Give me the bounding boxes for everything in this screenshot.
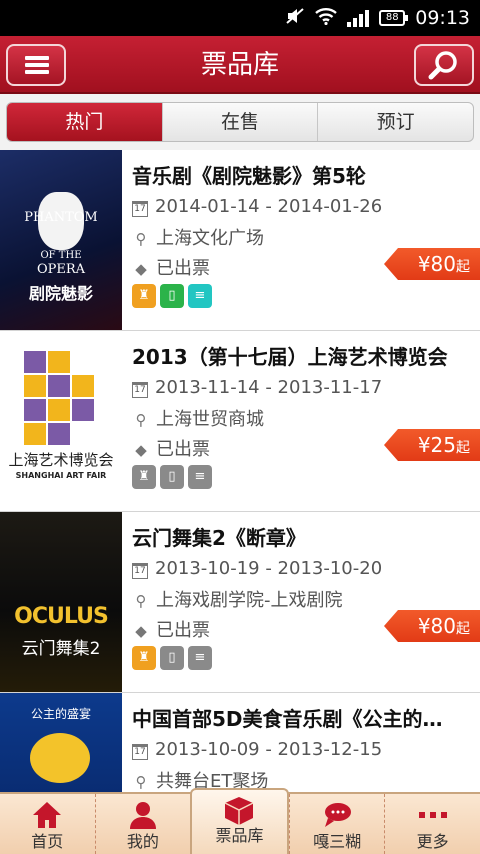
feature-badges: ♜ ▯ ≡ — [132, 646, 212, 670]
event-venue: ⚲ 上海世贸商城 — [132, 405, 265, 431]
user-icon — [129, 802, 156, 829]
calendar-icon: 17 — [132, 563, 148, 579]
nav-mine[interactable]: 我的 — [94, 794, 191, 854]
location-pin-icon: ⚲ — [135, 230, 147, 248]
nav-home[interactable]: 首页 — [0, 794, 95, 854]
event-item[interactable]: 上海艺术博览会 SHANGHAI ART FAIR 2013（第十七届）上海艺术… — [0, 331, 480, 512]
event-item[interactable]: 公主的盛宴 中国首部5D美食音乐剧《公主的… 17 2013-10-09 - 20… — [0, 693, 480, 792]
event-info: 云门舞集2《断章》 17 2013-10-19 - 2013-10-20 ⚲ 上海戏… — [132, 512, 480, 692]
event-venue: ⚲ 上海文化广场 — [132, 224, 265, 250]
bottom-nav: 首页 我的 票品库 嘎三糊 更多 — [0, 788, 480, 854]
event-item[interactable]: OCULUS 云门舞集2 云门舞集2《断章》 17 2013-10-19 - 20… — [0, 512, 480, 693]
tab-on-sale[interactable]: 在售 — [161, 103, 318, 141]
wifi-icon — [315, 7, 338, 29]
location-pin-icon: ⚲ — [135, 592, 147, 610]
event-poster: OCULUS 云门舞集2 — [0, 512, 122, 692]
event-title: 云门舞集2《断章》 — [132, 526, 306, 550]
tab-presale[interactable]: 预订 — [317, 103, 473, 141]
event-date: 17 2013-10-09 - 2013-12-15 — [132, 739, 382, 760]
feature-badges: ♜ ▯ ≡ — [132, 284, 212, 308]
tag-icon: ◆ — [135, 622, 147, 640]
event-date: 17 2013-10-19 - 2013-10-20 — [132, 558, 382, 579]
eticket-icon: ▯ — [160, 284, 184, 308]
event-list: PHANTOM OF THE OPERA 剧院魅影 音乐剧《剧院魅影》第5轮 1… — [0, 150, 480, 792]
event-status: ◆ 已出票 — [132, 254, 210, 280]
tag-icon: ◆ — [135, 441, 147, 459]
battery-icon: 88 — [379, 10, 409, 26]
event-date: 17 2014-01-14 - 2014-01-26 — [132, 196, 382, 217]
search-button[interactable] — [414, 44, 474, 86]
event-title: 中国首部5D美食音乐剧《公主的… — [132, 707, 443, 731]
coupon-icon: ≡ — [188, 646, 212, 670]
calendar-icon: 17 — [132, 744, 148, 760]
price-tag: ¥25起 — [384, 429, 480, 461]
coupon-icon: ≡ — [188, 465, 212, 489]
poster-art — [30, 733, 90, 783]
location-pin-icon: ⚲ — [135, 773, 147, 791]
event-poster: 公主的盛宴 — [0, 693, 122, 792]
event-venue: ⚲ 上海戏剧学院-上戏剧院 — [132, 586, 343, 612]
more-icon — [418, 812, 447, 818]
location-pin-icon: ⚲ — [135, 411, 147, 429]
coupon-icon: ≡ — [188, 284, 212, 308]
seat-icon: ♜ — [132, 465, 156, 489]
tag-icon: ◆ — [135, 260, 147, 278]
signal-icon — [347, 9, 370, 27]
seat-icon: ♜ — [132, 284, 156, 308]
status-bar: 88 09:13 — [0, 0, 480, 36]
nav-more[interactable]: 更多 — [384, 794, 480, 854]
event-info: 中国首部5D美食音乐剧《公主的… 17 2013-10-09 - 2013-12-… — [132, 693, 480, 792]
art-fair-logo — [22, 349, 94, 445]
category-tabs: 热门 在售 预订 — [6, 102, 474, 142]
event-title: 2013（第十七届）上海艺术博览会 — [132, 345, 448, 369]
feature-badges: ♜ ▯ ≡ — [132, 465, 212, 489]
event-poster: 上海艺术博览会 SHANGHAI ART FAIR — [0, 331, 122, 511]
price-tag: ¥80起 — [384, 248, 480, 280]
calendar-icon: 17 — [132, 201, 148, 217]
chat-icon — [325, 803, 352, 827]
event-status: ◆ 已出票 — [132, 616, 210, 642]
search-icon — [428, 51, 457, 80]
tab-hot[interactable]: 热门 — [7, 103, 162, 141]
price-tag: ¥80起 — [384, 610, 480, 642]
event-title: 音乐剧《剧院魅影》第5轮 — [132, 164, 366, 188]
nav-ticket-library[interactable]: 票品库 — [190, 788, 289, 854]
event-info: 音乐剧《剧院魅影》第5轮 17 2014-01-14 - 2014-01-26 ⚲… — [132, 150, 480, 330]
mute-icon — [285, 7, 305, 29]
app-header: 票品库 — [0, 36, 480, 94]
nav-gasanhu[interactable]: 嘎三糊 — [288, 794, 385, 854]
calendar-icon: 17 — [132, 382, 148, 398]
event-date: 17 2013-11-14 - 2013-11-17 — [132, 377, 382, 398]
event-poster: PHANTOM OF THE OPERA 剧院魅影 — [0, 150, 122, 330]
event-status: ◆ 已出票 — [132, 435, 210, 461]
event-info: 2013（第十七届）上海艺术博览会 17 2013-11-14 - 2013-11… — [132, 331, 480, 511]
home-icon — [33, 802, 62, 828]
seat-icon: ♜ — [132, 646, 156, 670]
event-item[interactable]: PHANTOM OF THE OPERA 剧院魅影 音乐剧《剧院魅影》第5轮 1… — [0, 150, 480, 331]
page-title: 票品库 — [200, 50, 279, 80]
eticket-icon: ▯ — [160, 646, 184, 670]
status-time: 09:13 — [415, 7, 470, 29]
eticket-icon: ▯ — [160, 465, 184, 489]
